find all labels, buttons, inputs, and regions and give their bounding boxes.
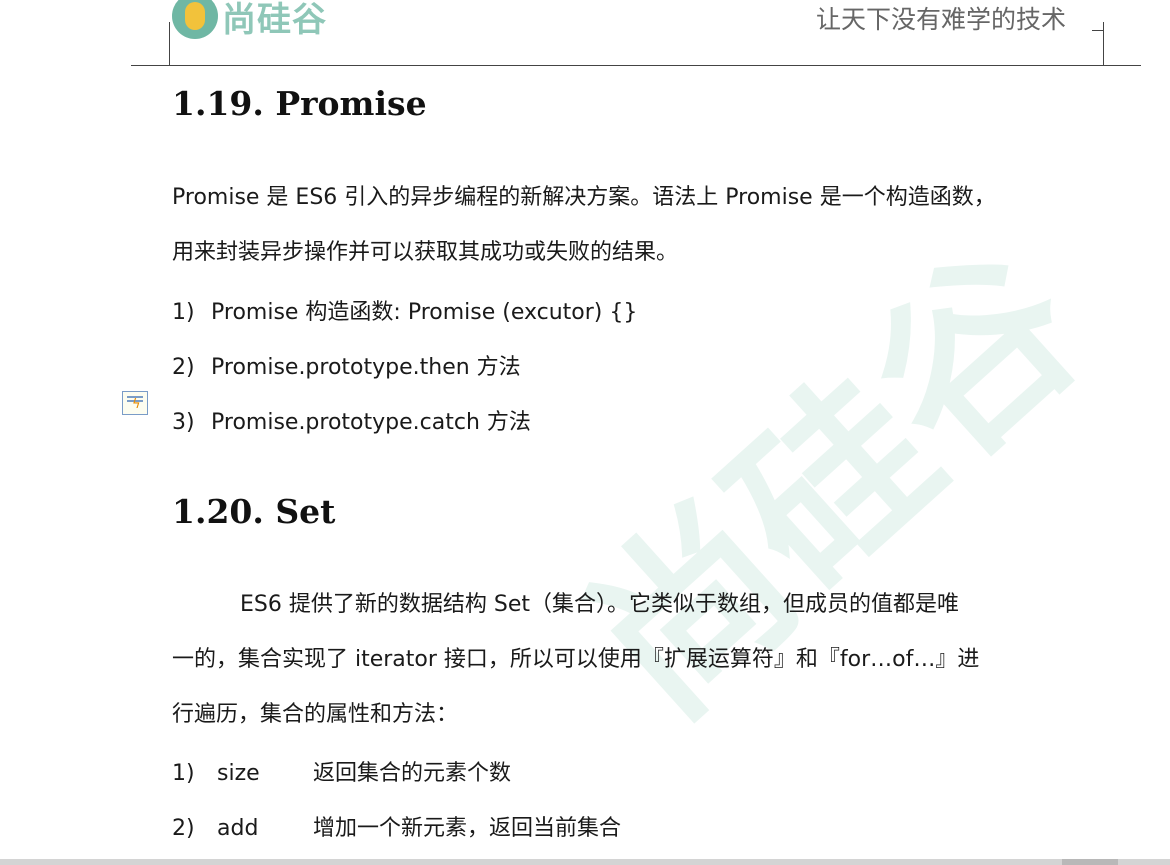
list-number: 1) [172,761,195,786]
list-text: Promise.prototype.then 方法 [211,355,521,380]
list-item: 3) Promise.prototype.catch 方法 [172,404,531,436]
crop-tick-right [1092,30,1103,31]
list-number: 3) [172,410,195,435]
list-number: 2) [172,355,195,380]
header-slogan: 让天下没有难学的技术 [816,5,1067,34]
list-number: 2) [172,816,195,841]
horizontal-scrollbar-track[interactable] [0,859,1170,865]
list-term: size [217,761,260,786]
promise-paragraph-line-1: Promise 是 ES6 引入的异步编程的新解决方案。语法上 Promise … [172,185,996,210]
set-paragraph-line-2: 一的，集合实现了 iterator 接口，所以可以使用『扩展运算符』和『for…… [172,647,980,672]
list-item: 2) add 增加一个新元素，返回当前集合 [172,810,621,842]
section-heading-set: 1.20. Set [172,492,336,531]
list-item: 1) size 返回集合的元素个数 [172,755,511,787]
comment-bolt-icon[interactable]: ϟ [122,391,148,415]
list-item: 1) Promise 构造函数: Promise (excutor) {} [172,294,637,326]
horizontal-scrollbar-thumb[interactable] [1062,859,1118,865]
promise-paragraph-line-2: 用来封装异步操作并可以获取其成功或失败的结果。 [172,240,679,265]
logo-text: 尚硅谷 [222,0,327,40]
list-text: 增加一个新元素，返回当前集合 [313,816,622,841]
logo-icon [172,0,218,39]
list-term: add [217,816,259,841]
set-paragraph-line-1: ES6 提供了新的数据结构 Set（集合）。它类似于数组，但成员的值都是唯 [240,592,959,617]
section-heading-promise: 1.19. Promise [172,84,427,123]
list-text: 返回集合的元素个数 [313,761,512,786]
list-number: 1) [172,300,195,325]
crop-mark-right [1103,22,1104,65]
header-divider [131,65,1141,66]
list-text: Promise.prototype.catch 方法 [211,410,531,435]
set-paragraph-line-3: 行遍历，集合的属性和方法： [172,702,459,727]
crop-mark-left [169,22,170,65]
header-logo: 尚硅谷 [172,0,327,44]
list-item: 2) Promise.prototype.then 方法 [172,349,521,381]
list-text: Promise 构造函数: Promise (excutor) {} [211,300,638,325]
